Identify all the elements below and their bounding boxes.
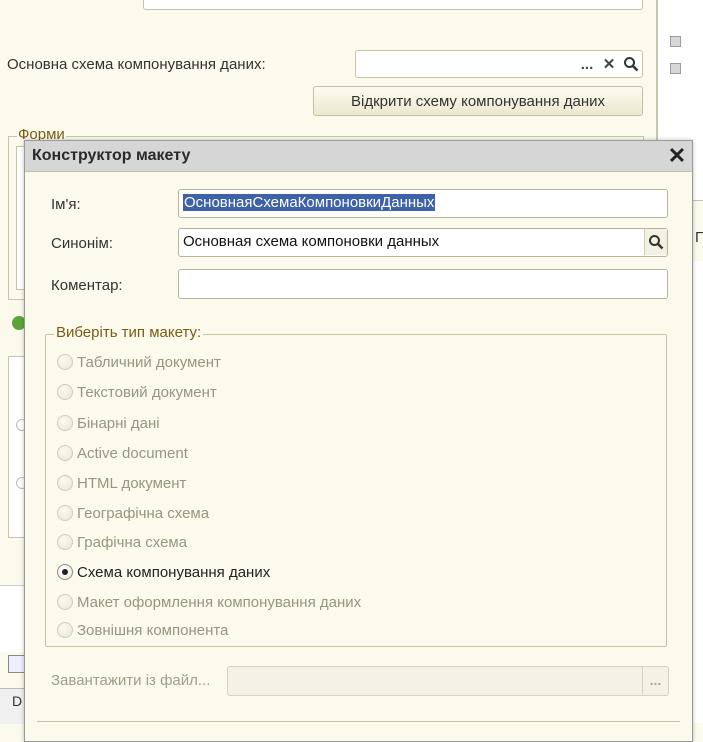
radio-dot-icon [62,569,68,575]
bottom-tab-label: D [12,693,23,709]
radio-text-document[interactable]: Текстовий документ [57,381,217,403]
checkbox-square-icon[interactable] [670,63,681,74]
radio-external-component[interactable]: Зовнішня компонента [57,619,228,641]
radio-button[interactable] [57,445,73,461]
radio-label: Зовнішня компонента [77,621,229,639]
radio-geographic-schema[interactable]: Географічна схема [57,502,209,524]
radio-button[interactable] [57,622,73,638]
search-icon[interactable] [644,229,667,255]
dialog-divider [37,721,680,722]
name-field[interactable]: ОсновнаяСхемаКомпоновкиДанных [178,189,668,218]
radio-label: Текстовий документ [77,383,217,401]
radio-label: HTML документ [77,474,187,492]
radio-label: Географічна схема [77,504,210,522]
background-column-label: П [695,229,703,246]
checkbox-square-icon[interactable] [670,36,681,47]
clear-icon[interactable]: ✕ [598,52,620,76]
radio-graphic-schema[interactable]: Графічна схема [57,531,187,553]
radio-button[interactable] [57,415,73,431]
radio-label: Графічна схема [77,533,188,551]
load-browse-button[interactable]: ... [642,666,668,694]
bottom-tab[interactable]: D [0,688,24,724]
template-type-group-title: Виберіть тип макету: [54,324,204,341]
radio-label: Схема компонування даних [77,563,271,581]
dialog-title: Конструктор макету [32,147,191,164]
dialog-titlebar[interactable]: Конструктор макету ✕ [25,141,692,172]
radio-button[interactable] [57,475,73,491]
background-top-field[interactable] [143,0,643,10]
radio-data-composition-schema[interactable]: Схема компонування даних [57,561,270,583]
radio-button[interactable] [57,594,73,610]
synonym-label: Синонім: [51,235,113,252]
name-label: Ім'я: [51,196,81,213]
data-scheme-field[interactable]: ... ✕ [355,50,643,78]
radio-composition-appearance-template[interactable]: Макет оформлення компонування даних [57,591,361,613]
search-icon[interactable] [620,52,642,76]
radio-binary-data[interactable]: Бінарні дані [57,412,160,434]
radio-html-document[interactable]: HTML документ [57,472,186,494]
radio-spreadsheet-document[interactable]: Табличний документ [57,351,221,373]
radio-label: Active document [77,444,188,462]
radio-label: Бінарні дані [77,414,160,432]
open-scheme-button[interactable]: Відкрити схему компонування даних [313,86,643,116]
browse-button[interactable]: ... [576,52,598,76]
radio-active-document[interactable]: Active document [57,442,188,464]
name-value: ОсновнаяСхемаКомпоновкиДанных [183,194,436,211]
load-from-file-label: Завантажити із файл... [51,672,211,689]
comment-field[interactable] [178,269,668,299]
data-scheme-label: Основна схема компонування даних: [7,56,266,73]
load-from-file-field[interactable] [227,666,669,696]
background-panel [0,585,26,652]
template-constructor-dialog: Конструктор макету ✕ Ім'я: ОсновнаяСхема… [24,140,693,742]
radio-button-checked[interactable] [57,564,73,580]
synonym-value: Основная схема компоновки данных [183,233,440,250]
radio-label: Макет оформлення компонування даних [77,593,362,611]
radio-label: Табличний документ [77,353,221,371]
comment-label: Коментар: [51,277,123,294]
close-icon[interactable]: ✕ [665,144,689,168]
radio-button[interactable] [57,534,73,550]
radio-button[interactable] [57,384,73,400]
radio-button[interactable] [57,505,73,521]
radio-button[interactable] [57,354,73,370]
synonym-field[interactable]: Основная схема компоновки данных [178,228,668,257]
